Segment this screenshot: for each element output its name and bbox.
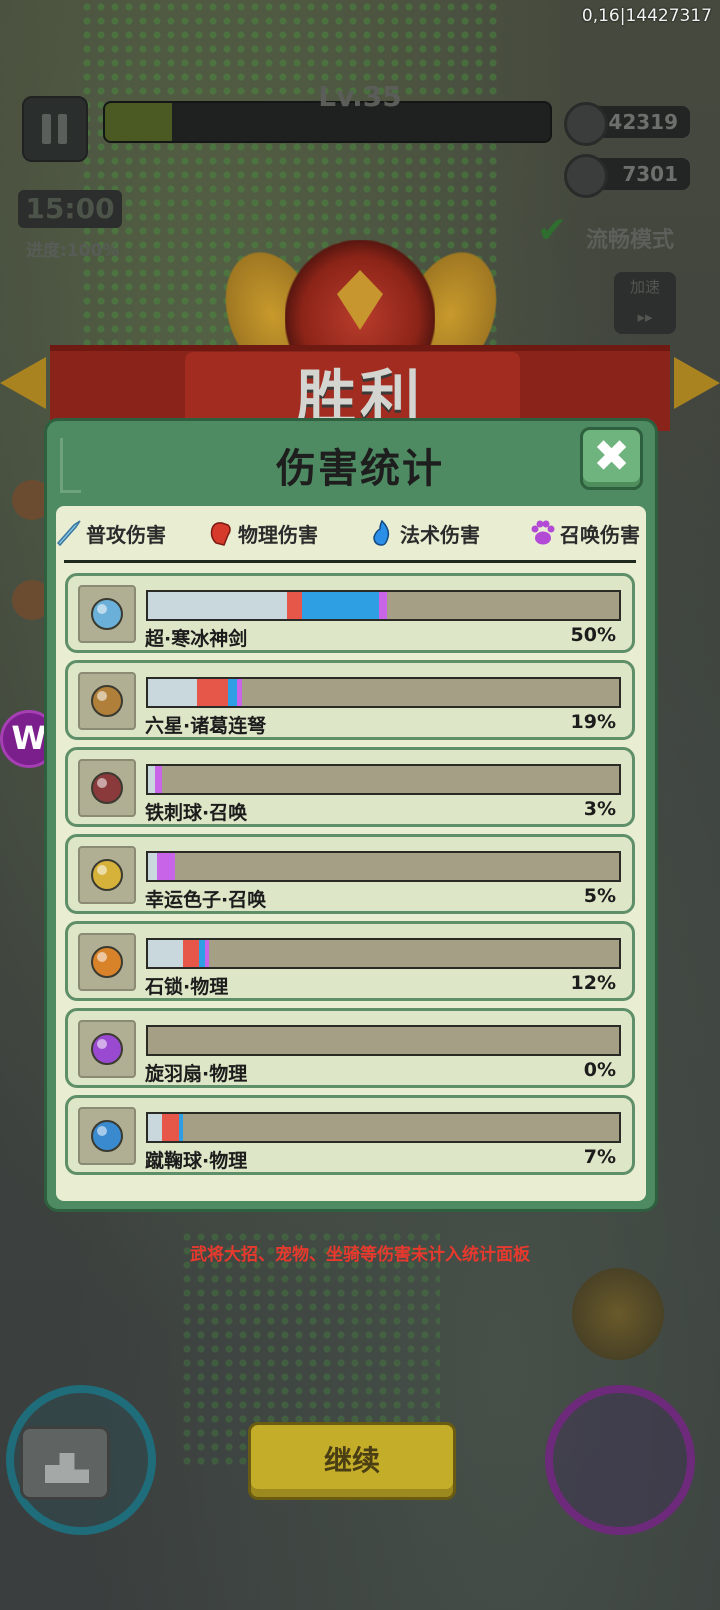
- coin-counter: 42319: [564, 102, 690, 146]
- tab-normal-damage[interactable]: 普攻伤害: [54, 512, 166, 554]
- tab-physical-damage[interactable]: 物理伤害: [206, 512, 318, 554]
- damage-segment-normal: [148, 940, 184, 967]
- gem-count: 7301: [622, 162, 678, 186]
- ice-sword-icon: [78, 585, 136, 643]
- feather-fan-icon: [78, 1020, 136, 1078]
- damage-segment-normal: [148, 679, 197, 706]
- damage-segment-summon: [236, 679, 243, 706]
- paw-icon: [528, 519, 556, 547]
- gem-icon: [564, 154, 608, 198]
- damage-bar: [146, 677, 621, 708]
- damage-segment-magic: [198, 940, 206, 967]
- continue-button[interactable]: 继续: [248, 1422, 456, 1500]
- timer: 15:00: [18, 190, 122, 228]
- weapon-name: 蹴鞠球·物理: [145, 1150, 248, 1172]
- damage-row: 幸运色子·召唤 5%: [65, 834, 635, 914]
- fist-icon: [206, 519, 234, 547]
- weapon-name: 六星·诸葛连弩: [145, 715, 267, 737]
- coin-icon: [564, 102, 608, 146]
- weapon-name: 超·寒冰神剑: [145, 628, 248, 650]
- close-button[interactable]: ✖: [580, 427, 643, 490]
- damage-segment-summon: [378, 592, 388, 619]
- speed-up-label: 加速: [629, 278, 660, 296]
- coin-count: 42319: [608, 110, 678, 134]
- damage-bar: [146, 938, 621, 969]
- damage-segment-magic: [302, 592, 379, 619]
- dice-icon: [78, 846, 136, 904]
- sword-icon: [54, 519, 82, 547]
- damage-segment-normal: [148, 766, 156, 793]
- weapon-name: 旋羽扇·物理: [145, 1063, 248, 1085]
- damage-row: 铁刺球·召唤 3%: [65, 747, 635, 827]
- damage-segment-magic: [178, 1114, 184, 1141]
- tab-label: 普攻伤害: [86, 522, 166, 547]
- damage-percent: 5%: [583, 885, 616, 907]
- damage-row: 蹴鞠球·物理 7%: [65, 1095, 635, 1175]
- damage-segment-normal: [148, 592, 287, 619]
- damage-segment-normal: [148, 853, 158, 880]
- spike-ball-icon: [78, 759, 136, 817]
- debug-id-text: 0,16|14427317: [581, 6, 712, 26]
- damage-segment-summon: [205, 940, 210, 967]
- crossbow-icon: [78, 672, 136, 730]
- damage-percent: 12%: [570, 972, 616, 994]
- damage-bar: [146, 851, 621, 882]
- damage-row: 超·寒冰神剑 50%: [65, 573, 635, 653]
- damage-percent: 3%: [583, 798, 616, 820]
- tab-summon-damage[interactable]: 召唤伤害: [528, 512, 640, 554]
- skill-ring-right: [545, 1385, 695, 1535]
- progress-text: 进度:100%: [26, 241, 120, 261]
- speed-up-button[interactable]: 加速 ▸▸: [614, 272, 676, 334]
- smooth-mode-toggle[interactable]: 流畅模式: [586, 222, 674, 254]
- damage-percent: 19%: [570, 711, 616, 733]
- stats-button[interactable]: [20, 1426, 110, 1500]
- gem-counter: 7301: [564, 154, 690, 198]
- damage-row: 石锁·物理 12%: [65, 921, 635, 1001]
- weapon-name: 石锁·物理: [145, 976, 229, 998]
- tab-label: 物理伤害: [238, 522, 318, 547]
- skill-button-right: [572, 1268, 664, 1360]
- damage-percent: 0%: [583, 1059, 616, 1081]
- damage-segment-magic: [228, 679, 237, 706]
- damage-segment-normal: [148, 1114, 163, 1141]
- kickball-icon: [78, 1107, 136, 1165]
- damage-segment-physical: [286, 592, 303, 619]
- stone-lock-icon: [78, 933, 136, 991]
- check-icon: ✔: [537, 210, 568, 251]
- damage-segment-physical: [162, 1114, 179, 1141]
- damage-bar: [146, 1025, 621, 1056]
- fast-forward-icon: ▸▸: [637, 308, 653, 326]
- flame-icon: [368, 519, 396, 547]
- tab-label: 召唤伤害: [560, 522, 640, 547]
- damage-type-legend: 普攻伤害 物理伤害 法术伤害 召唤伤害: [54, 512, 649, 554]
- damage-percent: 50%: [570, 624, 616, 646]
- damage-percent: 7%: [583, 1146, 616, 1168]
- damage-bar: [146, 764, 621, 795]
- damage-segment-physical: [196, 679, 229, 706]
- damage-bar: [146, 590, 621, 621]
- damage-row: 六星·诸葛连弩 19%: [65, 660, 635, 740]
- damage-row: 旋羽扇·物理 0%: [65, 1008, 635, 1088]
- legend-divider: [64, 560, 636, 563]
- damage-segment-summon: [157, 853, 176, 880]
- damage-bar: [146, 1112, 621, 1143]
- tab-magic-damage[interactable]: 法术伤害: [368, 512, 480, 554]
- damage-note: 武将大招、宠物、坐骑等伤害未计入统计面板: [190, 1245, 530, 1265]
- weapon-name: 铁刺球·召唤: [145, 802, 248, 824]
- tab-label: 法术伤害: [400, 522, 480, 547]
- damage-segment-summon: [155, 766, 163, 793]
- damage-segment-physical: [183, 940, 199, 967]
- weapon-name: 幸运色子·召唤: [145, 889, 267, 911]
